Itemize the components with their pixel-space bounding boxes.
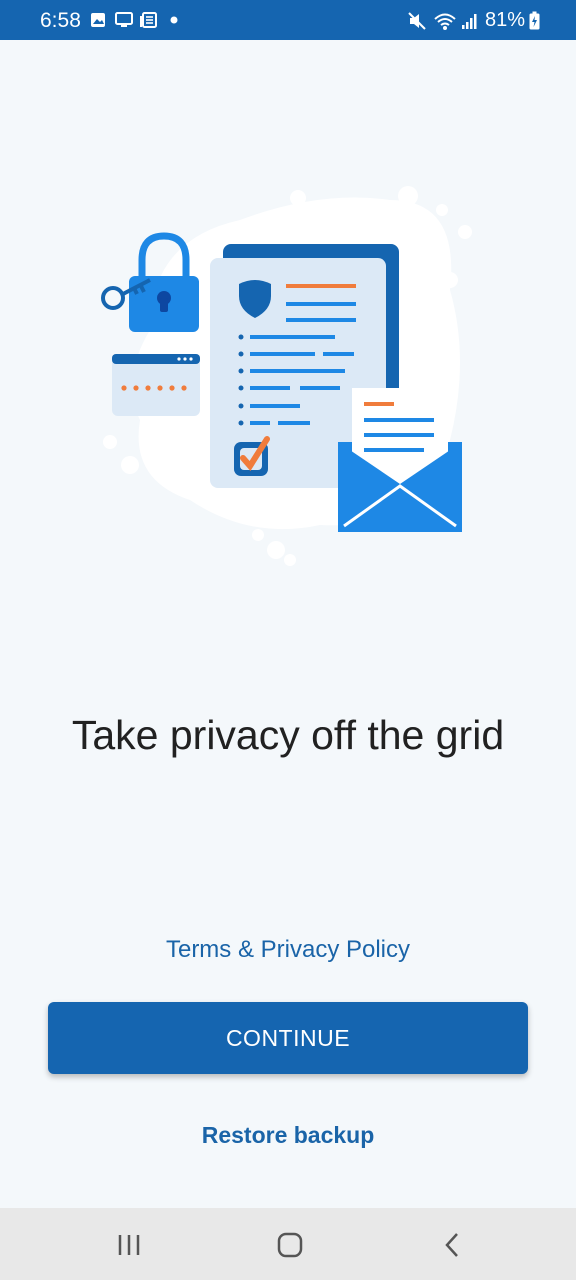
recents-icon xyxy=(118,1235,140,1255)
system-status: 81% xyxy=(407,9,540,32)
wifi-icon xyxy=(434,13,456,30)
news-icon xyxy=(140,12,157,28)
navigation-bar xyxy=(0,1208,576,1280)
battery-percent: 81% xyxy=(484,9,525,31)
status-time: 6:58 xyxy=(40,9,81,32)
image-icon xyxy=(91,13,105,27)
restore-backup-link[interactable]: Restore backup xyxy=(0,1122,576,1149)
continue-button[interactable]: CONTINUE xyxy=(48,1002,528,1074)
password-card-icon xyxy=(112,354,200,416)
home-button[interactable] xyxy=(270,1230,310,1260)
terms-privacy-link[interactable]: Terms & Privacy Policy xyxy=(0,936,576,964)
battery-icon xyxy=(529,11,540,29)
home-icon xyxy=(277,1232,303,1258)
recents-button[interactable] xyxy=(110,1230,150,1260)
envelope-icon xyxy=(338,388,462,532)
monitor-icon xyxy=(115,12,133,27)
dot-icon xyxy=(170,16,178,24)
signal-icon xyxy=(461,13,477,29)
privacy-illustration xyxy=(101,186,472,566)
page-title: Take privacy off the grid xyxy=(71,712,505,758)
back-button[interactable] xyxy=(432,1230,472,1260)
back-icon xyxy=(445,1233,458,1257)
mute-icon xyxy=(408,11,426,30)
status-bar: 6:58 81% xyxy=(0,0,576,40)
